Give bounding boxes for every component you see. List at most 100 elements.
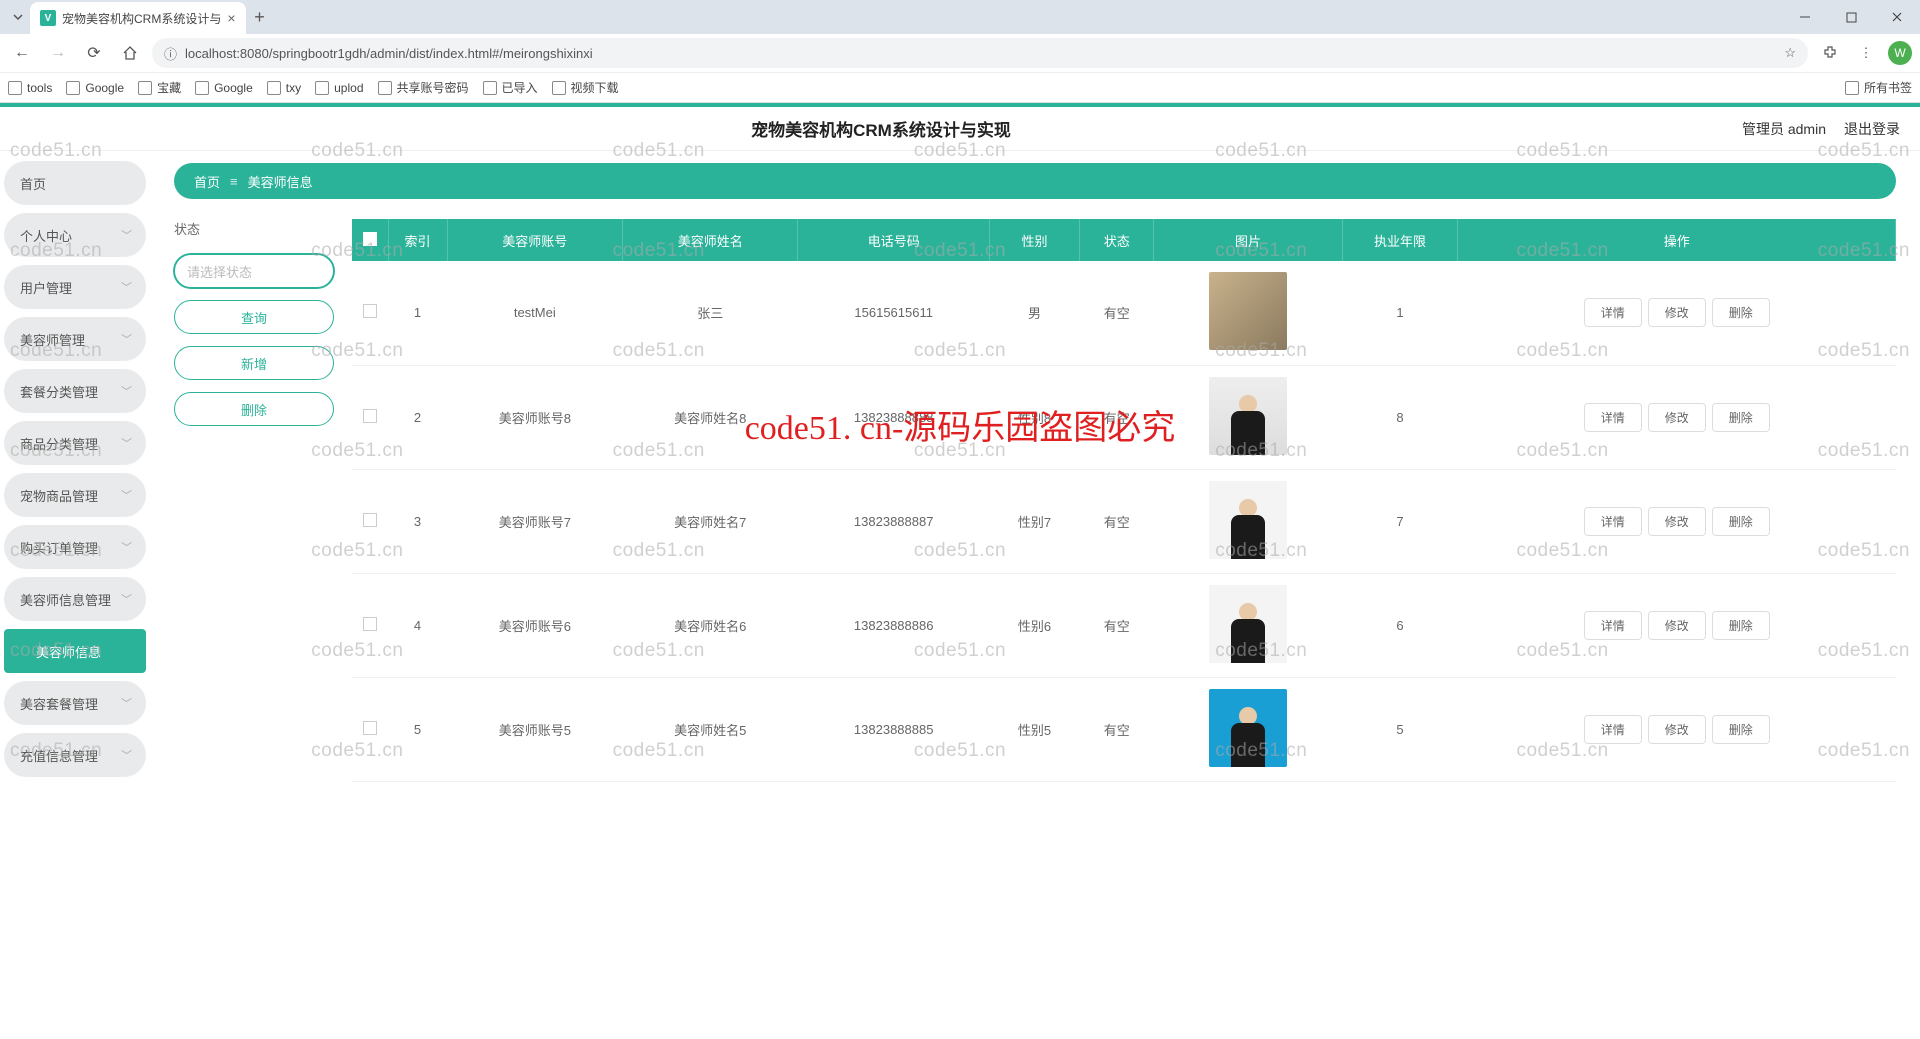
sidebar-item-label: 购买订单管理 [20,538,98,557]
detail-button[interactable]: 详情 [1584,715,1642,744]
current-user-label[interactable]: 管理员 admin [1742,119,1826,139]
sidebar-item-label: 用户管理 [20,278,72,297]
breadcrumb: 首页 ≡ 美容师信息 [174,163,1896,199]
profile-avatar[interactable]: W [1888,41,1912,65]
cell-index: 1 [388,261,447,365]
nav-home-button[interactable] [116,39,144,67]
bookmark-label: Google [85,81,124,95]
cell-account: 美容师账号7 [447,469,622,573]
table-row: 3美容师账号7美容师姓名713823888887性别7有空7详情修改删除 [352,469,1896,573]
bookmark-label: 已导入 [502,79,538,96]
thumbnail-image [1209,272,1287,350]
filter-status-select[interactable]: 请选择状态 [174,254,334,288]
row-checkbox[interactable] [363,513,377,527]
window-maximize-button[interactable] [1828,0,1874,34]
row-checkbox[interactable] [363,304,377,318]
cell-index: 5 [388,677,447,781]
chevron-down-icon: ﹀ [121,487,132,503]
url-text: localhost:8080/springbootr1gdh/admin/dis… [185,46,1776,61]
tab-close-icon[interactable]: × [227,10,235,26]
row-checkbox[interactable] [363,409,377,423]
add-button[interactable]: 新增 [174,346,334,380]
cell-years: 1 [1342,261,1458,365]
cell-gender: 性别6 [989,573,1079,677]
query-button[interactable]: 查询 [174,300,334,334]
row-checkbox[interactable] [363,617,377,631]
detail-button[interactable]: 详情 [1584,298,1642,327]
sidebar-item[interactable]: 美容师管理﹀ [4,317,146,361]
cell-gender: 性别8 [989,365,1079,469]
detail-button[interactable]: 详情 [1584,611,1642,640]
nav-back-button[interactable]: ← [8,39,36,67]
delete-row-button[interactable]: 删除 [1712,403,1770,432]
tab-search-dropdown[interactable] [6,5,30,29]
sidebar-item[interactable]: 美容师信息管理﹀ [4,577,146,621]
detail-button[interactable]: 详情 [1584,507,1642,536]
browser-menu-button[interactable]: ⋮ [1852,39,1880,67]
bookmark-item[interactable]: 已导入 [483,79,538,96]
browser-tab[interactable]: V 宠物美容机构CRM系统设计与 × [30,2,246,34]
nav-reload-button[interactable]: ⟳ [80,39,108,67]
sidebar-item[interactable]: 美容套餐管理﹀ [4,681,146,725]
cell-actions: 详情修改删除 [1458,365,1896,469]
nav-forward-button[interactable]: → [44,39,72,67]
cell-account: 美容师账号8 [447,365,622,469]
edit-button[interactable]: 修改 [1648,611,1706,640]
sidebar-item[interactable]: 购买订单管理﹀ [4,525,146,569]
cell-image [1154,261,1342,365]
delete-row-button[interactable]: 删除 [1712,715,1770,744]
delete-row-button[interactable]: 删除 [1712,298,1770,327]
sidebar-item[interactable]: 首页 [4,161,146,205]
chevron-down-icon: ﹀ [121,279,132,295]
edit-button[interactable]: 修改 [1648,298,1706,327]
table-row: 4美容师账号6美容师姓名613823888886性别6有空6详情修改删除 [352,573,1896,677]
all-bookmarks-button[interactable]: 所有书签 [1845,79,1912,96]
cell-years: 8 [1342,365,1458,469]
cell-status: 有空 [1080,677,1154,781]
delete-row-button[interactable]: 删除 [1712,507,1770,536]
delete-row-button[interactable]: 删除 [1712,611,1770,640]
folder-icon [66,81,80,95]
sidebar-item[interactable]: 充值信息管理﹀ [4,733,146,777]
bookmark-item[interactable]: uplod [315,81,363,95]
new-tab-button[interactable]: + [246,3,274,31]
chevron-down-icon: ﹀ [121,383,132,399]
bookmark-item[interactable]: 共享账号密码 [378,79,469,96]
sidebar-item[interactable]: 用户管理 ﹀ [4,265,146,309]
select-all-checkbox[interactable] [363,232,377,246]
row-checkbox[interactable] [363,721,377,735]
bookmark-item[interactable]: txy [267,81,301,95]
bookmark-label: 视频下载 [571,79,619,96]
extensions-button[interactable] [1816,39,1844,67]
window-close-button[interactable] [1874,0,1920,34]
sidebar-item-label: 美容师管理 [20,330,85,349]
bookmark-item[interactable]: 宝藏 [138,79,181,96]
sidebar-item[interactable]: 商品分类管理﹀ [4,421,146,465]
cell-actions: 详情修改删除 [1458,469,1896,573]
window-minimize-button[interactable] [1782,0,1828,34]
sidebar-item[interactable]: 个人中心﹀ [4,213,146,257]
sidebar-item[interactable]: 套餐分类管理﹀ [4,369,146,413]
cell-image [1154,469,1342,573]
delete-button[interactable]: 删除 [174,392,334,426]
sidebar-item[interactable]: 美容师信息 [4,629,146,673]
chevron-down-icon: ﹀ [121,227,132,243]
edit-button[interactable]: 修改 [1648,507,1706,536]
bookmark-star-icon[interactable]: ☆ [1784,45,1796,61]
bookmark-item[interactable]: tools [8,81,52,95]
logout-button[interactable]: 退出登录 [1844,119,1900,139]
detail-button[interactable]: 详情 [1584,403,1642,432]
edit-button[interactable]: 修改 [1648,715,1706,744]
site-info-icon[interactable]: ⓘ [164,44,177,63]
sidebar-item[interactable]: 宠物商品管理﹀ [4,473,146,517]
tab-title: 宠物美容机构CRM系统设计与 [62,10,221,27]
cell-image [1154,677,1342,781]
sidebar-item-label: 首页 [20,174,46,193]
breadcrumb-home[interactable]: 首页 [194,172,220,191]
bookmark-item[interactable]: Google [66,81,124,95]
address-bar[interactable]: ⓘ localhost:8080/springbootr1gdh/admin/d… [152,38,1808,68]
cell-actions: 详情修改删除 [1458,573,1896,677]
bookmark-item[interactable]: 视频下载 [552,79,619,96]
edit-button[interactable]: 修改 [1648,403,1706,432]
bookmark-item[interactable]: Google [195,81,253,95]
